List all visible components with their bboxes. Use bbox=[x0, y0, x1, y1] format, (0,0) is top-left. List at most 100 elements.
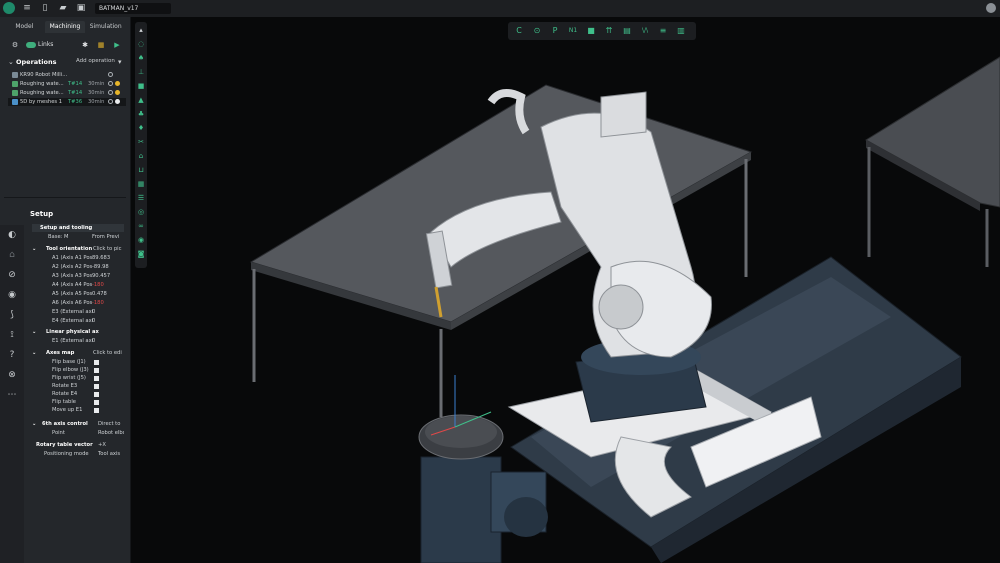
tree-icon[interactable]: ♣ bbox=[137, 110, 145, 118]
rotate-e3-checkbox[interactable] bbox=[94, 384, 99, 389]
flip-row[interactable]: Flip base (J1) bbox=[46, 358, 116, 366]
operation-label: Roughing wate... bbox=[20, 90, 64, 96]
chevron-down-icon[interactable]: ⌄ bbox=[8, 58, 14, 66]
positioning-mode-row[interactable]: Positioning mode Tool axis bbox=[32, 450, 124, 458]
file-name-tab[interactable]: BATMAN_v17 bbox=[95, 3, 171, 14]
toolbar-up-icon[interactable]: ⇈ bbox=[604, 26, 614, 36]
linear-physical-row[interactable]: ⌄ Linear physical ax bbox=[32, 328, 124, 336]
visibility-icon[interactable] bbox=[108, 81, 113, 86]
grid-icon[interactable]: ▦ bbox=[137, 180, 145, 188]
snap-icon[interactable]: ◌ bbox=[137, 40, 145, 48]
setup-and-tooling-row[interactable]: Setup and tooling bbox=[32, 224, 124, 232]
help-icon[interactable]: ? bbox=[6, 349, 18, 361]
axis-row[interactable]: A5 (Axis A5 Pos 0.478 bbox=[46, 290, 126, 298]
add-operation-button[interactable]: Add operation bbox=[76, 58, 115, 64]
toolbar-square-icon[interactable]: ■ bbox=[586, 26, 596, 36]
orientation-icon[interactable]: ⊘ bbox=[6, 269, 18, 281]
flip-wrist-checkbox[interactable] bbox=[94, 376, 99, 381]
axis-row[interactable]: A2 (Axis A2 Pos -89.98 bbox=[46, 263, 126, 271]
flip-table-checkbox[interactable] bbox=[94, 400, 99, 405]
light-icon[interactable]: ♦ bbox=[137, 124, 145, 132]
axis-row[interactable]: A1 (Axis A1 Pos 89.683 bbox=[46, 254, 126, 262]
record-icon[interactable]: ◉ bbox=[137, 236, 145, 244]
feed-speed-icon[interactable]: ◉ bbox=[6, 289, 18, 301]
tool-orientation-row[interactable]: ⌄ Tool orientation Click to pic bbox=[32, 245, 124, 253]
menu-icon[interactable]: ≡ bbox=[22, 3, 32, 13]
operation-row[interactable]: 5D by meshes 1 T#36 30min bbox=[8, 98, 126, 106]
home-view-icon[interactable]: ⌂ bbox=[137, 152, 145, 160]
operation-row[interactable]: Roughing wate... T#14 30min bbox=[8, 89, 126, 97]
toolbar-bars-icon[interactable]: ▥ bbox=[676, 26, 686, 36]
visibility-icon[interactable] bbox=[108, 99, 113, 104]
3d-viewport[interactable] bbox=[131, 17, 1000, 563]
axis-row[interactable]: A3 (Axis A3 Pos 90.457 bbox=[46, 272, 126, 280]
collision-icon[interactable]: ⊗ bbox=[6, 369, 18, 381]
operation-row[interactable]: KR90 Robot Milli... bbox=[8, 71, 126, 79]
flip-elbow-checkbox[interactable] bbox=[94, 368, 99, 373]
collapse-arrow-icon[interactable]: ▴ bbox=[137, 26, 145, 34]
cup-icon[interactable]: ⊔ bbox=[137, 166, 145, 174]
axes-map-row[interactable]: ⌄ Axes map Click to edi bbox=[32, 349, 124, 357]
warning-tool-icon[interactable]: ▦ bbox=[96, 41, 106, 49]
flip-base-checkbox[interactable] bbox=[94, 360, 99, 365]
toolbar-wave-icon[interactable]: \/\ bbox=[640, 26, 650, 36]
tool-icon[interactable]: ⟟ bbox=[6, 329, 18, 341]
point-row[interactable]: Point Robot elbow bbox=[40, 429, 124, 437]
toolbar-sheet-icon[interactable]: ▤ bbox=[622, 26, 632, 36]
settings-gear-icon[interactable]: ✱ bbox=[80, 41, 90, 49]
tab-machining[interactable]: Machining bbox=[44, 21, 86, 33]
save-icon[interactable]: ▣ bbox=[76, 3, 86, 13]
toolbar-target-icon[interactable]: ⊙ bbox=[532, 26, 542, 36]
operation-row[interactable]: Roughing wate... T#14 30min bbox=[8, 80, 126, 88]
box-icon[interactable]: ■ bbox=[137, 82, 145, 90]
flip-row[interactable]: Move up E1 bbox=[46, 406, 116, 414]
operation-tool: T#14 bbox=[68, 81, 83, 87]
flip-row[interactable]: Rotate E3 bbox=[46, 382, 116, 390]
cut-icon[interactable]: ✂ bbox=[137, 138, 145, 146]
camera-icon[interactable]: ◙ bbox=[137, 250, 145, 258]
toolbar-p-icon[interactable]: P bbox=[550, 26, 560, 36]
target-icon[interactable]: ◎ bbox=[137, 208, 145, 216]
new-file-icon[interactable]: ▯ bbox=[40, 3, 50, 13]
toolbar-lines-icon[interactable]: ≡ bbox=[658, 26, 668, 36]
open-folder-icon[interactable]: ▰ bbox=[58, 3, 68, 13]
base-row[interactable]: Base: M From Previ bbox=[40, 233, 124, 241]
e1-row[interactable]: E1 (External axi 0 bbox=[46, 337, 126, 345]
mode-tabs: Model Machining Simulation bbox=[4, 21, 126, 33]
rotary-vector-row[interactable]: Rotary table vector +X bbox=[32, 441, 124, 449]
bell-icon[interactable]: ♠ bbox=[137, 54, 145, 62]
toolbar-n1-icon[interactable]: N1 bbox=[568, 26, 578, 36]
operations-header: ⌄ Operations Add operation ▾ bbox=[8, 57, 126, 67]
flip-row[interactable]: Flip table bbox=[46, 398, 116, 406]
lock-icon[interactable]: ⌂ bbox=[6, 249, 18, 261]
tab-simulation[interactable]: Simulation bbox=[85, 21, 126, 33]
flip-row[interactable]: Rotate E4 bbox=[46, 390, 116, 398]
toolbar-c-icon[interactable]: C bbox=[514, 26, 524, 36]
user-avatar-icon[interactable] bbox=[986, 3, 996, 13]
axis-row[interactable]: E4 (External axi 0 bbox=[46, 317, 126, 325]
setup-globe-icon[interactable]: ◐ bbox=[6, 229, 18, 241]
visibility-icon[interactable] bbox=[108, 72, 113, 77]
flip-row[interactable]: Flip elbow (J3) bbox=[46, 366, 116, 374]
links-icon[interactable]: ⟆ bbox=[6, 309, 18, 321]
axis-row[interactable]: A4 (Axis A4 Pos -180 bbox=[46, 281, 126, 289]
tab-model[interactable]: Model bbox=[4, 21, 45, 33]
axis-row[interactable]: E3 (External axi 0 bbox=[46, 308, 126, 316]
add-operation-chevron-icon[interactable]: ▾ bbox=[118, 58, 122, 66]
play-simulation-icon[interactable]: ▶ bbox=[112, 41, 122, 49]
cone-icon[interactable]: ▲ bbox=[137, 96, 145, 104]
links-toggle[interactable] bbox=[26, 42, 36, 48]
move-up-e1-checkbox[interactable] bbox=[94, 408, 99, 413]
more-icon[interactable]: ⋯ bbox=[6, 389, 18, 401]
sixth-axis-row[interactable]: ⌄ 6th axis control Direct to bbox=[32, 420, 124, 428]
loop-icon[interactable]: ∞ bbox=[137, 222, 145, 230]
visibility-icon[interactable] bbox=[108, 90, 113, 95]
rotate-e4-checkbox[interactable] bbox=[94, 392, 99, 397]
robot-icon[interactable]: ⚙ bbox=[10, 41, 20, 49]
axis-row[interactable]: A6 (Axis A6 Pos -180 bbox=[46, 299, 126, 307]
stock-icon[interactable]: ⊥ bbox=[137, 68, 145, 76]
viewport-top-toolbar: C ⊙ P N1 ■ ⇈ ▤ \/\ ≡ ▥ bbox=[508, 22, 696, 40]
app-logo-icon[interactable] bbox=[3, 2, 15, 14]
flip-row[interactable]: Flip wrist (J5) bbox=[46, 374, 116, 382]
layers-icon[interactable]: ☰ bbox=[137, 194, 145, 202]
